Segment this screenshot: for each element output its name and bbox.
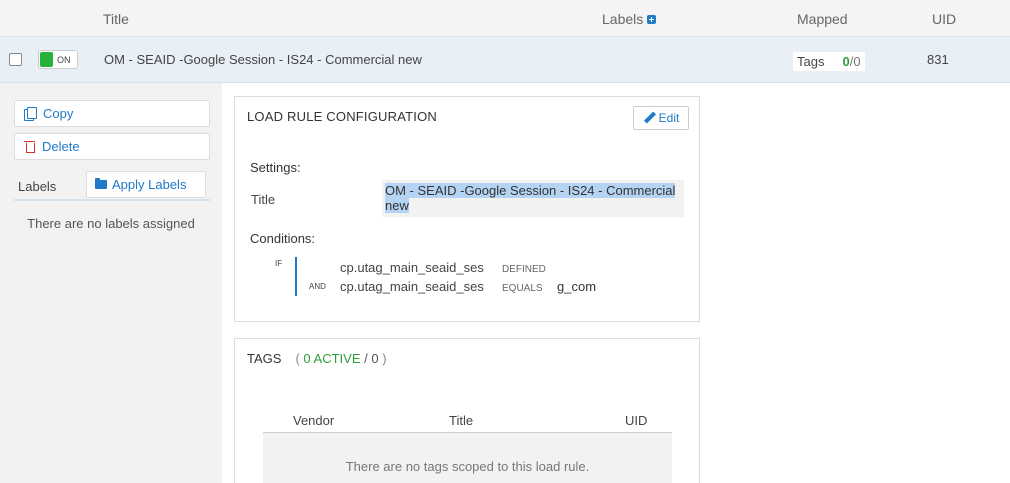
tags-summary: ( 0 ACTIVE / 0 ) xyxy=(295,351,386,366)
delete-button-label: Delete xyxy=(42,139,80,154)
tags-active-count: 0 xyxy=(842,54,850,69)
column-title[interactable]: Title xyxy=(103,11,129,27)
apply-labels-label: Apply Labels xyxy=(112,177,187,192)
tags-empty-message: There are no tags scoped to this load ru… xyxy=(263,433,672,483)
tags-active-text: 0 ACTIVE xyxy=(303,351,361,366)
condition-row: cp.utag_main_seaid_ses DEFINED xyxy=(340,260,557,275)
status-toggle[interactable]: ON xyxy=(38,50,78,69)
tags-table: Vendor Title UID There are no tags scope… xyxy=(263,411,672,483)
condition-variable: cp.utag_main_seaid_ses xyxy=(340,260,484,275)
column-tag-uid[interactable]: UID xyxy=(625,413,647,428)
tags-badge-label: Tags xyxy=(797,54,825,69)
plus-square-icon[interactable] xyxy=(647,14,657,24)
tags-table-header: Vendor Title UID xyxy=(263,411,672,433)
labels-heading: Labels xyxy=(18,179,57,194)
title-value: OM - SEAID -Google Session - IS24 - Comm… xyxy=(385,183,676,213)
condition-bracket xyxy=(295,257,297,296)
tags-heading-row: TAGS ( 0 ACTIVE / 0 ) xyxy=(247,351,387,366)
delete-button[interactable]: Delete xyxy=(14,133,210,160)
tags-total-count: /0 xyxy=(849,54,861,69)
row-title[interactable]: OM - SEAID -Google Session - IS24 - Comm… xyxy=(104,52,422,67)
tags-heading: TAGS xyxy=(247,351,282,366)
table-header: Title Labels Mapped UID xyxy=(0,0,1010,37)
condition-variable: cp.utag_main_seaid_ses xyxy=(340,279,484,294)
and-tag: AND xyxy=(309,282,326,291)
toggle-label: ON xyxy=(57,55,71,65)
row-checkbox[interactable] xyxy=(9,53,22,66)
labels-section: Labels Apply Labels xyxy=(14,171,210,201)
load-rule-config-card: LOAD RULE CONFIGURATION Edit Settings: T… xyxy=(234,96,700,322)
copy-button[interactable]: Copy xyxy=(14,100,210,127)
column-tag-title[interactable]: Title xyxy=(449,413,473,428)
tags-card: TAGS ( 0 ACTIVE / 0 ) Vendor Title UID T… xyxy=(234,338,700,483)
tags-open-paren: ( xyxy=(295,351,300,366)
column-mapped[interactable]: Mapped xyxy=(797,11,848,27)
copy-icon xyxy=(24,107,37,121)
condition-row: cp.utag_main_seaid_ses EQUALS g_com xyxy=(340,279,596,294)
tags-total-text: / 0 xyxy=(364,351,379,366)
conditions-block: IF AND cp.utag_main_seaid_ses DEFINED cp… xyxy=(275,257,675,297)
condition-value: g_com xyxy=(557,279,597,294)
settings-label: Settings: xyxy=(250,160,301,175)
trash-icon xyxy=(24,140,35,153)
no-labels-message: There are no labels assigned xyxy=(27,216,195,231)
tags-close-paren: ) xyxy=(382,351,387,366)
conditions-label: Conditions: xyxy=(250,231,316,246)
config-heading: LOAD RULE CONFIGURATION xyxy=(247,109,437,124)
if-tag: IF xyxy=(275,259,283,268)
edit-button-label: Edit xyxy=(658,111,680,125)
title-key: Title xyxy=(251,192,276,207)
column-labels[interactable]: Labels xyxy=(602,11,657,27)
copy-button-label: Copy xyxy=(43,106,74,121)
toggle-knob xyxy=(40,52,53,67)
column-uid[interactable]: UID xyxy=(932,11,956,27)
folder-icon xyxy=(95,178,107,189)
actions-panel: Copy Delete Labels Apply Labels There ar… xyxy=(0,83,222,483)
condition-operator: DEFINED xyxy=(502,264,546,275)
edit-button[interactable]: Edit xyxy=(633,106,689,130)
row-uid: 831 xyxy=(927,52,949,67)
title-value-box: OM - SEAID -Google Session - IS24 - Comm… xyxy=(382,180,684,217)
column-vendor[interactable]: Vendor xyxy=(293,413,334,428)
condition-operator: EQUALS xyxy=(502,283,543,294)
table-row[interactable]: ON OM - SEAID -Google Session - IS24 - C… xyxy=(0,37,1010,83)
tags-badge: Tags 0/0 xyxy=(793,52,865,71)
column-labels-text: Labels xyxy=(602,11,644,27)
apply-labels-button[interactable]: Apply Labels xyxy=(86,171,206,198)
tags-badge-count: 0/0 xyxy=(842,54,860,69)
pencil-icon xyxy=(643,112,655,124)
